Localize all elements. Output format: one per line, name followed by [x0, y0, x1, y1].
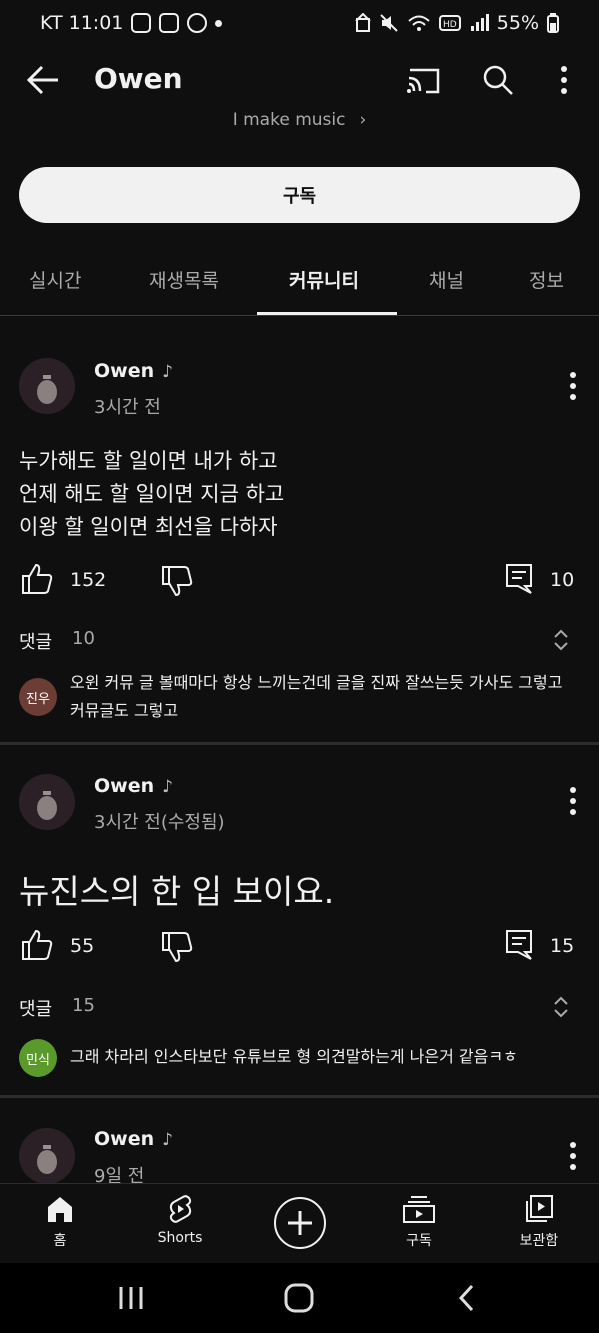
- bottom-navigation: 홈 Shorts 구독 보관함: [0, 1183, 599, 1263]
- post-time: 9일 전: [94, 1166, 145, 1183]
- signal-icon: [470, 14, 489, 31]
- comments-label[interactable]: 댓글: [19, 995, 52, 1021]
- channel-title: Owen: [94, 62, 183, 95]
- more-options-icon[interactable]: [544, 60, 584, 100]
- home-button-icon[interactable]: [282, 1281, 316, 1315]
- post-author[interactable]: Owen ♪: [94, 360, 173, 382]
- battery-percent: 55%: [496, 12, 539, 34]
- carrier-time: KT 11:01: [40, 12, 124, 34]
- post-time: 3시간 전: [94, 397, 161, 418]
- like-icon[interactable]: [20, 928, 54, 962]
- comments-total: 10: [72, 628, 95, 649]
- twitch-icon: [159, 13, 180, 33]
- comment-icon[interactable]: [504, 562, 534, 596]
- chevron-right-icon: ›: [359, 110, 367, 130]
- nav-subscriptions[interactable]: 구독: [374, 1194, 464, 1250]
- back-button-icon[interactable]: [452, 1281, 482, 1315]
- notification-dot-icon: [215, 19, 223, 27]
- home-lock-icon: [355, 13, 371, 32]
- top-app-bar: Owen: [0, 50, 599, 110]
- nav-label: 구독: [406, 1233, 432, 1249]
- music-note-icon: ♪: [162, 1130, 173, 1150]
- post-author[interactable]: Owen ♪: [94, 1128, 173, 1150]
- home-icon: [48, 1197, 72, 1222]
- tab-community[interactable]: 커뮤니티: [289, 266, 359, 293]
- channel-tabs: 실시간 재생목록 커뮤니티 채널 정보: [0, 250, 599, 316]
- tab-about[interactable]: 정보: [529, 266, 564, 293]
- commenter-avatar[interactable]: 민식: [19, 1039, 57, 1077]
- post-body: 뉴진스의 한 입 보이요.: [19, 872, 335, 911]
- post-more-icon[interactable]: [561, 368, 585, 404]
- channel-description: I make music: [232, 110, 346, 130]
- svg-text:HD: HD: [443, 20, 457, 30]
- status-bar: KT 11:01 HD 55%: [0, 0, 599, 50]
- community-post: Owen ♪ 9일 전: [0, 1098, 599, 1183]
- nav-label: Shorts: [157, 1230, 203, 1246]
- nav-library[interactable]: 보관함: [494, 1194, 584, 1250]
- music-note-icon: ♪: [162, 362, 173, 382]
- community-post: Owen ♪ 3시간 전 누가해도 할 일이면 내가 하고 언제 해도 할 일이면…: [0, 318, 599, 742]
- comment-count: 15: [550, 935, 575, 957]
- channel-description-link[interactable]: I make music ›: [0, 110, 599, 130]
- expand-comments-icon[interactable]: [551, 993, 571, 1021]
- post-more-icon[interactable]: [561, 1138, 585, 1174]
- post-time: 3시간 전(수정됨): [94, 812, 225, 833]
- subscribe-button[interactable]: 구독: [19, 167, 580, 223]
- comment-count: 10: [550, 569, 575, 591]
- community-post: Owen ♪ 3시간 전(수정됨) 뉴진스의 한 입 보이요. 55 15 댓글 …: [0, 745, 599, 1095]
- expand-comments-icon[interactable]: [551, 626, 571, 654]
- top-comment-text[interactable]: 그래 차라리 인스타보단 유튜브로 형 의견말하는게 나은거 같음ㅋㅎ: [70, 1043, 580, 1071]
- back-arrow-icon[interactable]: [22, 60, 66, 100]
- like-count: 152: [70, 569, 107, 591]
- like-count: 55: [70, 935, 95, 957]
- avatar-image: [19, 774, 75, 830]
- comments-label[interactable]: 댓글: [19, 628, 52, 654]
- music-note-icon: ♪: [162, 777, 173, 797]
- wifi-icon: [408, 15, 430, 31]
- comment-icon[interactable]: [504, 928, 534, 962]
- post-body: 누가해도 할 일이면 내가 하고 언제 해도 할 일이면 지금 하고 이왕 할 …: [19, 449, 285, 539]
- mute-icon: [380, 14, 398, 32]
- nav-home[interactable]: 홈: [15, 1194, 105, 1250]
- avatar[interactable]: [19, 358, 75, 414]
- tab-live[interactable]: 실시간: [29, 266, 81, 293]
- post-author[interactable]: Owen ♪: [94, 775, 173, 797]
- avatar-image: [19, 358, 75, 414]
- battery-icon: [547, 13, 559, 33]
- dislike-icon[interactable]: [160, 930, 194, 964]
- instagram-icon: [131, 13, 152, 33]
- avatar[interactable]: [19, 1128, 75, 1183]
- system-navigation-bar: [0, 1263, 599, 1333]
- avatar[interactable]: [19, 774, 75, 830]
- subscriptions-icon: [403, 1196, 435, 1223]
- search-icon[interactable]: [478, 60, 518, 100]
- active-tab-indicator: [257, 312, 397, 315]
- nav-shorts[interactable]: Shorts: [135, 1194, 225, 1246]
- nav-label: 보관함: [519, 1233, 559, 1249]
- top-comment-text[interactable]: 오윈 커뮤 글 볼때마다 항상 느끼는건데 글을 진짜 잘쓰는듯 가사도 그렇고…: [70, 669, 580, 725]
- comments-total: 15: [72, 995, 95, 1016]
- create-button[interactable]: [274, 1197, 326, 1249]
- avatar-image: [19, 1128, 75, 1183]
- library-icon: [526, 1195, 553, 1222]
- nav-label: 홈: [53, 1233, 67, 1249]
- like-icon[interactable]: [20, 562, 54, 596]
- kakaotalk-icon: [187, 13, 208, 33]
- tab-channels[interactable]: 채널: [429, 266, 464, 293]
- commenter-avatar[interactable]: 진우: [19, 678, 57, 716]
- shorts-icon: [169, 1195, 192, 1223]
- dislike-icon[interactable]: [160, 564, 194, 598]
- recent-apps-icon[interactable]: [116, 1283, 146, 1313]
- cast-icon[interactable]: [404, 60, 444, 100]
- create-icon: [288, 1211, 312, 1235]
- tab-playlists[interactable]: 재생목록: [149, 266, 219, 293]
- post-more-icon[interactable]: [561, 783, 585, 819]
- hd-icon: HD: [438, 15, 461, 31]
